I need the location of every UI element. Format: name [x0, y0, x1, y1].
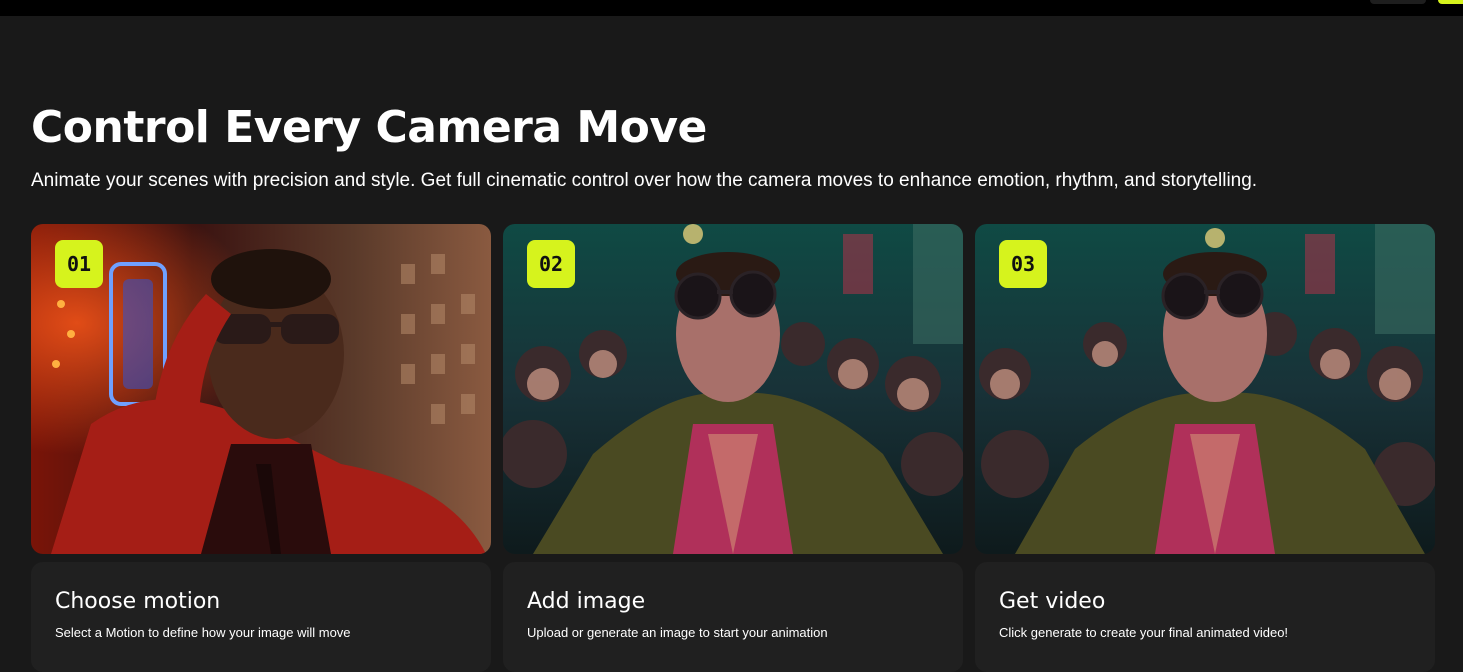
step-3-image: 03	[975, 224, 1435, 554]
step-2-card: Add image Upload or generate an image to…	[503, 562, 963, 672]
top-bar	[0, 0, 1463, 16]
step-1-card: Choose motion Select a Motion to define …	[31, 562, 491, 672]
step-2-title: Add image	[527, 589, 646, 614]
step-1-title: Choose motion	[55, 589, 221, 614]
step-3-card: Get video Click generate to create your …	[975, 562, 1435, 672]
section-title: Control Every Camera Move	[31, 102, 707, 153]
step-1-number-badge: 01	[55, 240, 103, 288]
section-subtitle: Animate your scenes with precision and s…	[31, 170, 1258, 191]
top-bar-button[interactable]	[1370, 0, 1426, 4]
step-3-description: Click generate to create your final anim…	[999, 625, 1289, 640]
step-1-image: 01	[31, 224, 491, 554]
step-3-number-badge: 03	[999, 240, 1047, 288]
step-2-description: Upload or generate an image to start you…	[527, 625, 828, 640]
step-3-title: Get video	[999, 589, 1106, 614]
step-1-description: Select a Motion to define how your image…	[55, 625, 351, 640]
step-2-number-badge: 02	[527, 240, 575, 288]
step-2-image: 02	[503, 224, 963, 554]
top-bar-accent-button[interactable]	[1438, 0, 1463, 4]
